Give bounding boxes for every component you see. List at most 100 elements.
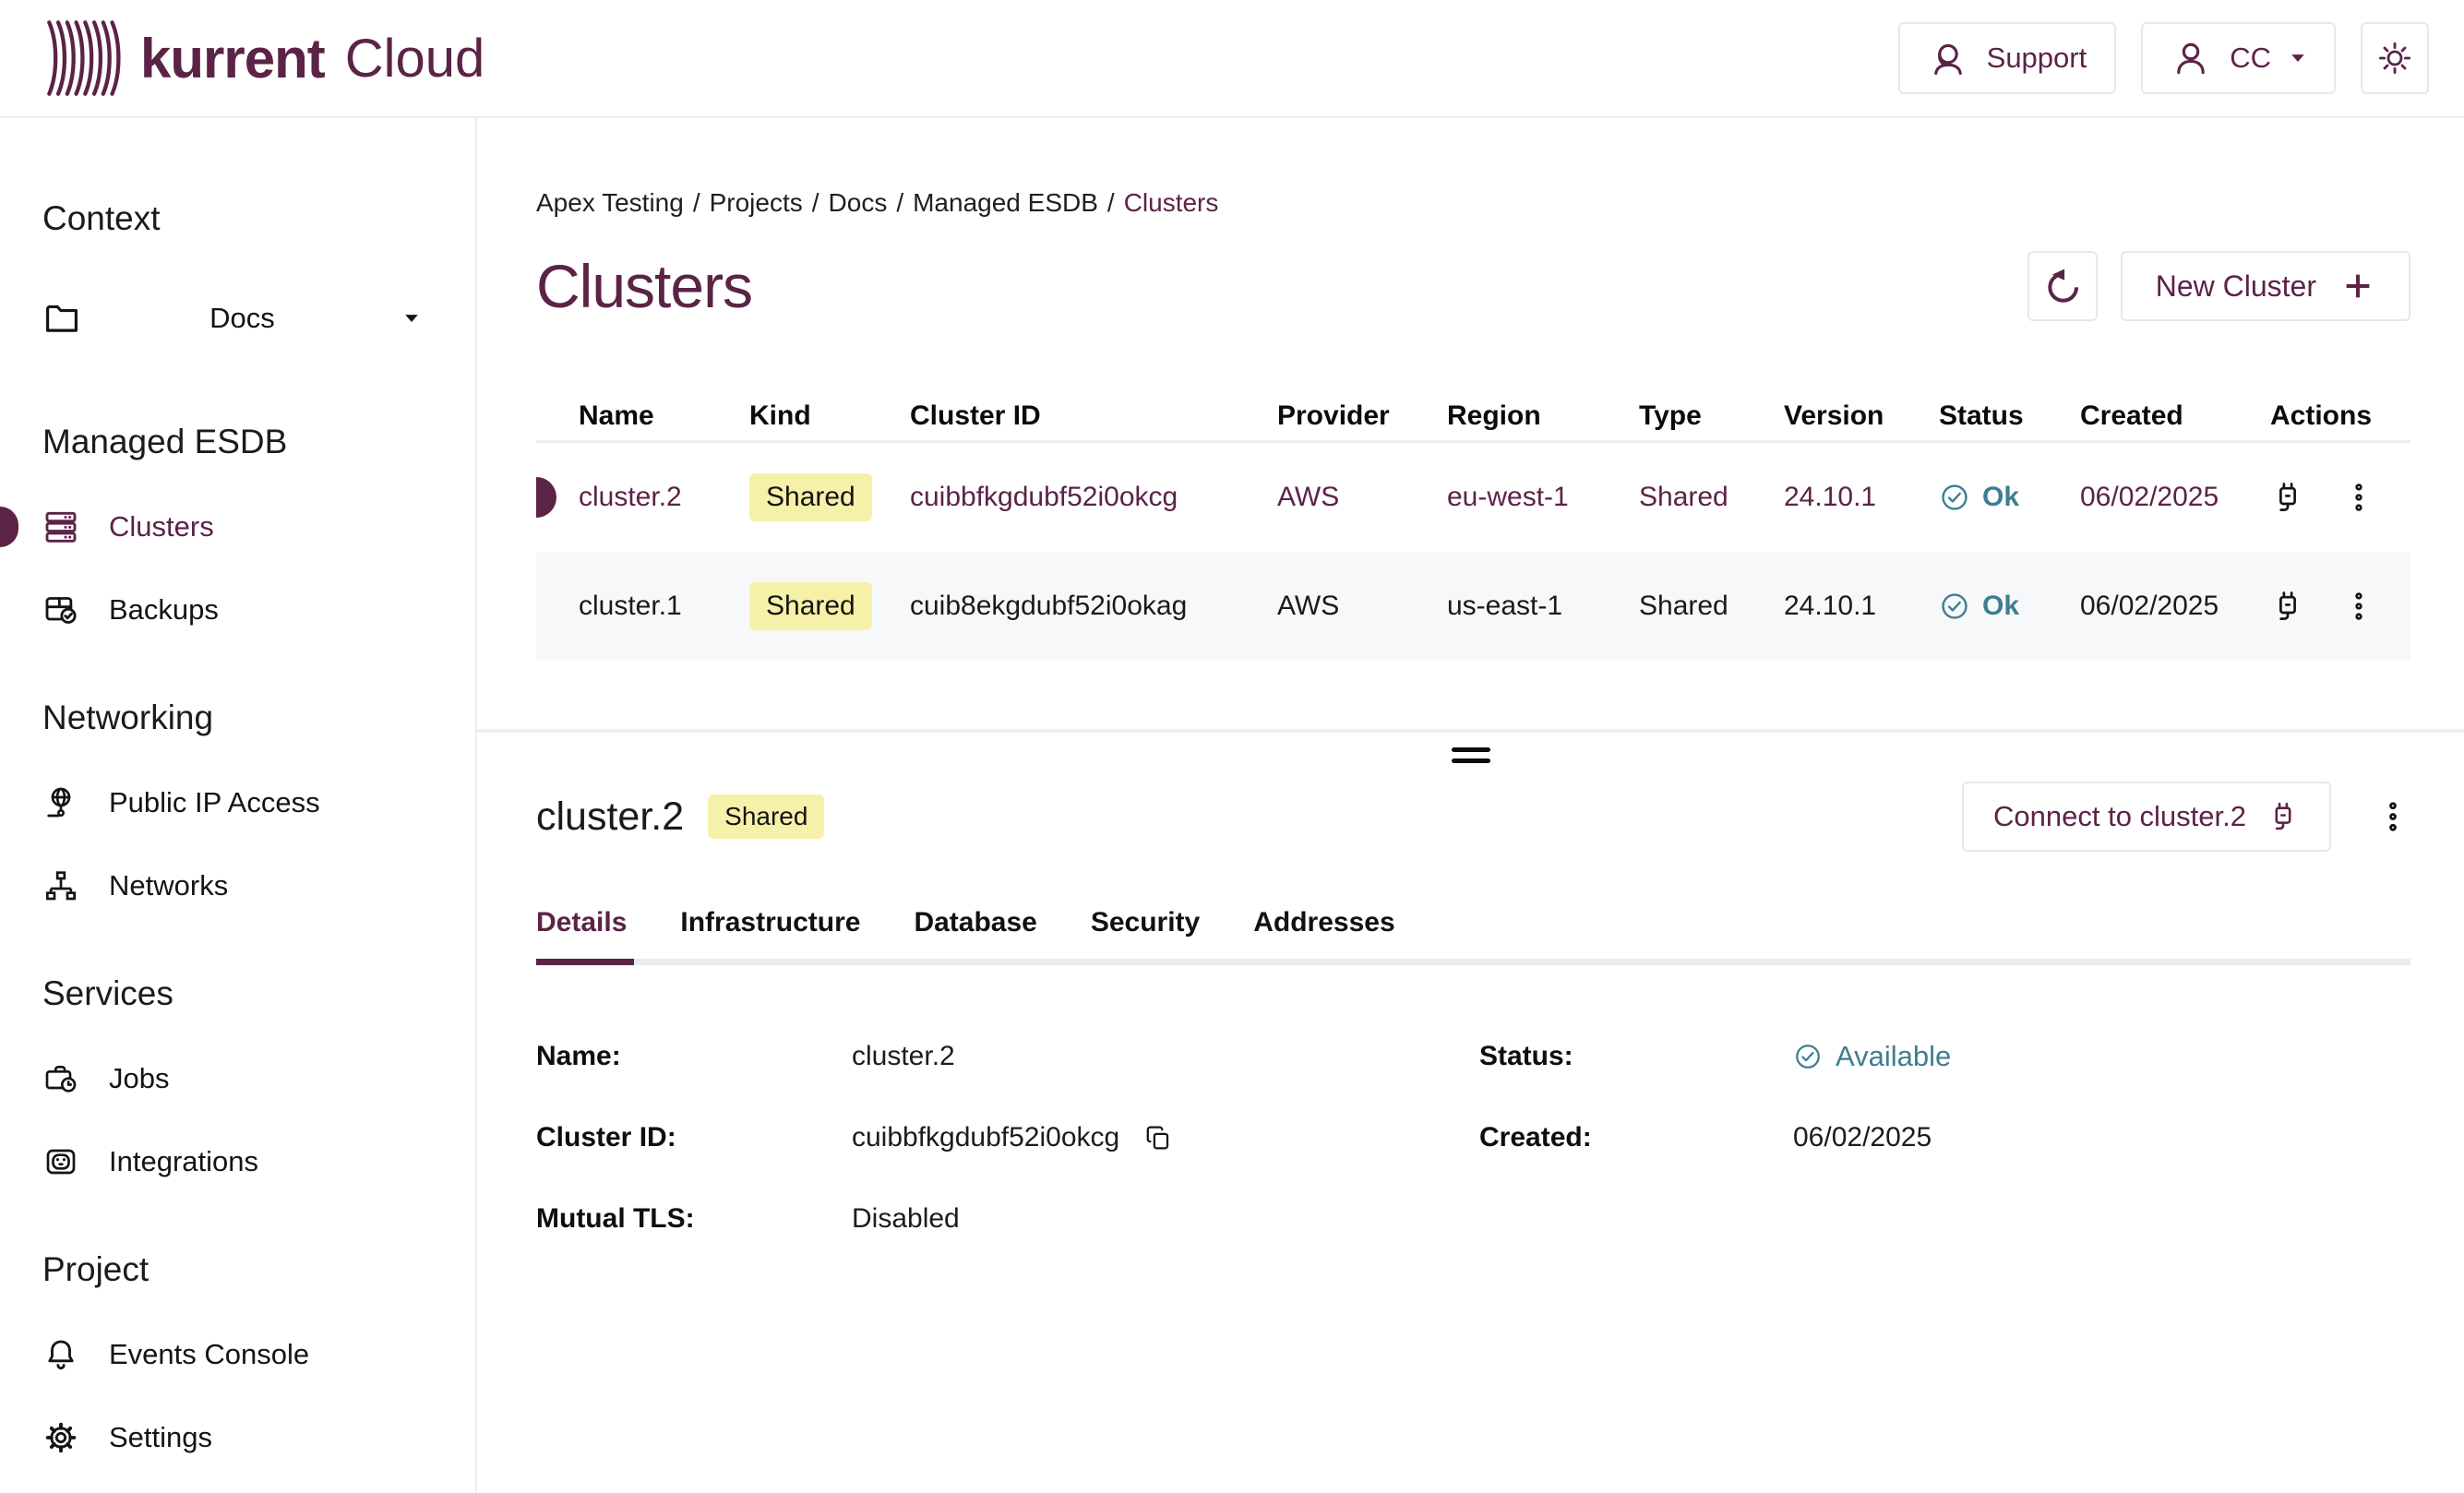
created-label: Created: bbox=[1479, 1122, 1793, 1153]
cell-type: Shared bbox=[1639, 482, 1784, 513]
new-cluster-button[interactable]: New Cluster bbox=[2121, 251, 2410, 321]
column-header: Region bbox=[1447, 400, 1639, 432]
connect-plug-icon[interactable] bbox=[2270, 480, 2305, 515]
column-header: Name bbox=[536, 400, 749, 432]
chevron-down-icon bbox=[403, 313, 420, 324]
sidebar-item-clusters[interactable]: Clusters bbox=[42, 485, 475, 568]
column-header: Provider bbox=[1277, 400, 1447, 432]
outlet-icon bbox=[42, 1143, 79, 1180]
server-stack-icon bbox=[42, 508, 79, 545]
breadcrumb-separator: / bbox=[693, 188, 700, 217]
sidebar-item-events-console[interactable]: Events Console bbox=[42, 1313, 475, 1396]
context-selector[interactable]: Docs bbox=[42, 284, 475, 352]
topbar-actions: Support CC bbox=[1898, 22, 2429, 94]
table-row[interactable]: cluster.2 Shared cuibbfkgdubf52i0okcg AW… bbox=[536, 443, 2410, 552]
breadcrumb-item[interactable]: Docs bbox=[829, 188, 888, 217]
details-fields: Name: cluster.2 Status: Available Cluste… bbox=[536, 1016, 2410, 1260]
page-title: Clusters bbox=[536, 251, 752, 321]
support-label: Support bbox=[1987, 42, 2087, 75]
tab-security[interactable]: Security bbox=[1091, 907, 1200, 938]
panel-resize-handle[interactable] bbox=[1452, 747, 1490, 763]
sidebar-item-backups[interactable]: Backups bbox=[42, 568, 475, 651]
sidebar-heading-managed-esdb: Managed ESDB bbox=[42, 423, 475, 461]
sidebar-item-label: Backups bbox=[109, 593, 219, 627]
sidebar-item-integrations[interactable]: Integrations bbox=[42, 1120, 475, 1203]
mutual-tls-value: Disabled bbox=[852, 1203, 1479, 1235]
cluster-detail-panel: cluster.2 Shared Connect to cluster.2 bbox=[477, 782, 2464, 1260]
cell-name[interactable]: cluster.2 bbox=[579, 482, 682, 512]
cell-type: Shared bbox=[1639, 591, 1784, 622]
status-label: Status: bbox=[1479, 1041, 1793, 1072]
kind-badge: Shared bbox=[708, 794, 824, 839]
theme-toggle-button[interactable] bbox=[2361, 22, 2429, 94]
cell-created: 06/02/2025 bbox=[2080, 591, 2270, 622]
network-tree-icon bbox=[42, 867, 79, 904]
folder-icon bbox=[42, 299, 81, 338]
connect-plug-icon[interactable] bbox=[2270, 589, 2305, 624]
sidebar-item-label: Clusters bbox=[109, 510, 214, 543]
connect-to-cluster-button[interactable]: Connect to cluster.2 bbox=[1962, 782, 2331, 852]
active-tab-indicator bbox=[536, 959, 634, 965]
kind-badge: Shared bbox=[749, 582, 872, 630]
cell-name[interactable]: cluster.1 bbox=[536, 591, 749, 622]
breadcrumb-separator: / bbox=[1107, 188, 1115, 217]
gear-icon bbox=[42, 1419, 79, 1456]
kebab-menu-icon[interactable] bbox=[2342, 590, 2375, 623]
detail-tabs: Details Infrastructure Database Security… bbox=[536, 907, 2410, 938]
cell-created: 06/02/2025 bbox=[2080, 482, 2270, 513]
kebab-menu-icon[interactable] bbox=[2342, 481, 2375, 514]
sun-icon bbox=[2376, 40, 2413, 77]
tab-infrastructure[interactable]: Infrastructure bbox=[680, 907, 860, 938]
status-text: Available bbox=[1836, 1040, 1951, 1073]
check-circle-icon bbox=[1939, 482, 1970, 513]
tab-underline-track bbox=[536, 959, 2410, 965]
headset-icon bbox=[1928, 38, 1968, 78]
table-row[interactable]: cluster.1 Shared cuib8ekgdubf52i0okag AW… bbox=[536, 552, 2410, 661]
cluster-id-text: cuibbfkgdubf52i0okcg bbox=[852, 1122, 1119, 1153]
cell-version: 24.10.1 bbox=[1784, 591, 1939, 622]
copy-icon[interactable] bbox=[1143, 1123, 1173, 1153]
column-header: Status bbox=[1939, 400, 2080, 432]
brand-logo: kurrent Cloud bbox=[42, 18, 484, 98]
kurrent-waves-icon bbox=[42, 18, 124, 98]
cell-actions bbox=[2270, 480, 2410, 515]
top-bar: kurrent Cloud Support CC bbox=[0, 0, 2464, 118]
tab-details[interactable]: Details bbox=[536, 907, 627, 938]
brand-name: kurrent bbox=[140, 27, 325, 90]
context-value: Docs bbox=[81, 302, 403, 335]
panel-divider bbox=[477, 729, 2464, 733]
name-value: cluster.2 bbox=[852, 1041, 1479, 1072]
app-window: kurrent Cloud Support CC bbox=[0, 0, 2464, 1493]
column-header: Version bbox=[1784, 400, 1939, 432]
cluster-id-value: cuibbfkgdubf52i0okcg bbox=[852, 1122, 1479, 1153]
sidebar-item-label: Public IP Access bbox=[109, 786, 320, 819]
sidebar-item-jobs[interactable]: Jobs bbox=[42, 1037, 475, 1120]
sidebar-heading-services: Services bbox=[42, 974, 475, 1013]
status-text: Ok bbox=[1982, 482, 2019, 513]
sidebar-item-settings[interactable]: Settings bbox=[42, 1396, 475, 1479]
sidebar-item-networks[interactable]: Networks bbox=[42, 844, 475, 927]
check-circle-icon bbox=[1793, 1042, 1823, 1071]
tab-addresses[interactable]: Addresses bbox=[1253, 907, 1394, 938]
tab-database[interactable]: Database bbox=[914, 907, 1036, 938]
bell-icon bbox=[42, 1336, 79, 1373]
cluster-id-label: Cluster ID: bbox=[536, 1122, 852, 1153]
backup-icon bbox=[42, 591, 79, 628]
kebab-menu-icon bbox=[2375, 799, 2410, 834]
created-value: 06/02/2025 bbox=[1793, 1122, 2410, 1153]
column-header: Actions bbox=[2270, 400, 2410, 432]
breadcrumb-item[interactable]: Managed ESDB bbox=[913, 188, 1098, 217]
panel-kebab-menu-button[interactable] bbox=[2375, 799, 2410, 834]
cell-cluster-id: cuib8ekgdubf52i0okag bbox=[910, 591, 1277, 622]
refresh-button[interactable] bbox=[2027, 251, 2098, 321]
breadcrumb-item[interactable]: Projects bbox=[710, 188, 803, 217]
sidebar-item-label: Settings bbox=[109, 1421, 212, 1454]
user-menu-button[interactable]: CC bbox=[2141, 22, 2336, 94]
refresh-icon bbox=[2043, 267, 2082, 305]
brand-suffix: Cloud bbox=[345, 28, 485, 90]
breadcrumb-item[interactable]: Apex Testing bbox=[536, 188, 684, 217]
sidebar-item-label: Integrations bbox=[109, 1145, 258, 1178]
support-button[interactable]: Support bbox=[1898, 22, 2117, 94]
sidebar-item-public-ip-access[interactable]: Public IP Access bbox=[42, 761, 475, 844]
connect-plug-icon bbox=[2267, 800, 2300, 833]
